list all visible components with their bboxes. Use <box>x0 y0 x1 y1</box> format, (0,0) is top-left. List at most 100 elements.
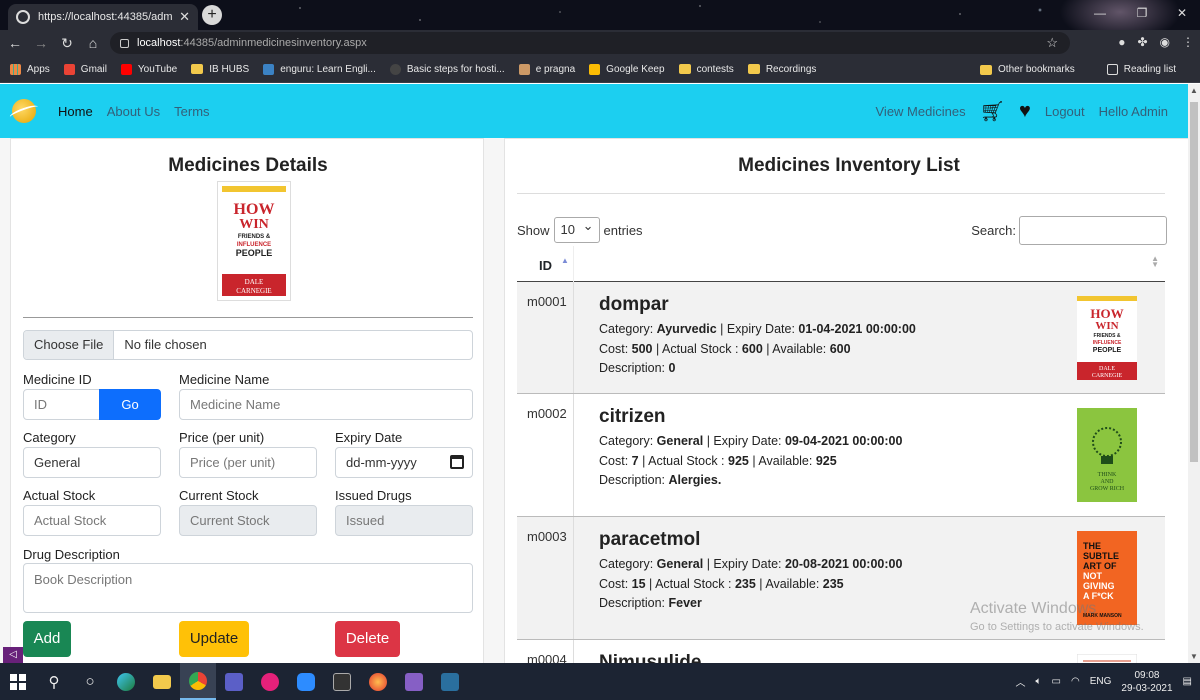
new-tab-button[interactable]: + <box>202 5 222 25</box>
medicine-name-input[interactable]: Medicine Name <box>179 389 473 420</box>
puzzle-icon[interactable]: ✤ <box>1137 35 1147 49</box>
wifi-icon[interactable]: ◠ <box>1071 676 1080 687</box>
bookmark-star-icon[interactable]: ☆ <box>1046 35 1058 51</box>
medicine-id-input[interactable]: ID <box>23 389 101 420</box>
expiry-date-input[interactable]: dd-mm-yyyy <box>335 447 473 478</box>
clock[interactable]: 09:08 29-03-2021 <box>1121 669 1172 695</box>
browser-tab[interactable]: https://localhost:44385/adminm ✕ <box>8 4 198 30</box>
forward-icon[interactable]: → <box>30 35 52 51</box>
nav-home[interactable]: Home <box>58 104 93 119</box>
drug-description-textarea[interactable]: Book Description <box>23 563 473 613</box>
close-tab-icon[interactable]: ✕ <box>179 9 190 25</box>
column-header-id[interactable]: ID <box>539 258 552 273</box>
zoom-icon[interactable] <box>288 663 324 700</box>
available-label: | Available: <box>748 454 816 468</box>
folder-icon <box>191 64 204 74</box>
windows-start-icon[interactable] <box>0 663 36 700</box>
profile-icon[interactable]: ◉ <box>1160 35 1170 49</box>
choose-file-button[interactable]: Choose File <box>24 331 115 359</box>
language-indicator[interactable]: ENG <box>1090 676 1112 687</box>
minimize-icon[interactable]: — <box>1080 0 1120 30</box>
category-input[interactable]: General <box>23 447 161 478</box>
bookmark-gmail[interactable]: Gmail <box>63 63 107 75</box>
delete-button[interactable]: Delete <box>335 621 400 657</box>
svg-text:SUBTLE: SUBTLE <box>1083 551 1119 561</box>
scroll-down-icon[interactable]: ▼ <box>1190 652 1198 661</box>
close-window-icon[interactable]: ✕ <box>1162 0 1200 30</box>
nav-hello-admin[interactable]: Hello Admin <box>1099 104 1168 119</box>
expiry-label: Expiry Date <box>335 430 403 445</box>
description-label: Description: <box>599 361 669 375</box>
terminal-icon[interactable] <box>324 663 360 700</box>
visual-studio-badge-icon[interactable]: ◁ <box>3 647 23 663</box>
calendar-icon[interactable] <box>450 455 464 469</box>
teams-icon[interactable] <box>216 663 252 700</box>
sort-asc-icon[interactable]: ▲ <box>561 256 569 265</box>
bookmark-basic-steps[interactable]: Basic steps for hosti... <box>389 63 505 75</box>
go-button[interactable]: Go <box>99 389 161 420</box>
maximize-icon[interactable]: ❐ <box>1122 0 1162 30</box>
volume-icon[interactable]: 🔈︎ <box>1036 676 1042 687</box>
app-window-icon[interactable] <box>432 663 468 700</box>
home-icon[interactable]: ⌂ <box>82 35 104 51</box>
update-button[interactable]: Update <box>179 621 249 657</box>
cost-label: Cost: <box>599 342 632 356</box>
svg-text:HOW: HOW <box>234 201 275 218</box>
app-icon[interactable] <box>252 663 288 700</box>
bookmark-recordings[interactable]: Recordings <box>747 64 816 75</box>
entries-select[interactable]: 10 <box>553 214 600 243</box>
scroll-up-icon[interactable]: ▲ <box>1190 86 1198 95</box>
nav-logout[interactable]: Logout <box>1045 104 1085 119</box>
menu-icon[interactable]: ⋮ <box>1182 35 1194 49</box>
table-row[interactable]: m0004 Nimusulide <box>517 640 1165 663</box>
bookmark-youtube[interactable]: YouTube <box>120 63 177 75</box>
bookmark-enguru[interactable]: enguru: Learn Engli... <box>263 63 376 75</box>
category-label: Category: <box>599 434 657 448</box>
bookmark-apps[interactable]: Apps <box>10 63 50 75</box>
firefox-icon[interactable] <box>360 663 396 700</box>
nav-view-medicines[interactable]: View Medicines <box>876 104 966 119</box>
issued-drugs-input: Issued <box>335 505 473 536</box>
bookmark-ib-hubs[interactable]: IB HUBS <box>191 64 249 75</box>
url-field[interactable]: localhost :44385/adminmedicinesinventory… <box>110 32 1070 54</box>
bookmark-other[interactable]: Other bookmarks <box>980 64 1075 75</box>
table-row[interactable]: m0002 citrizen Category: General | Expir… <box>517 394 1165 517</box>
chrome-icon[interactable] <box>180 663 216 700</box>
heart-icon[interactable]: ♥ <box>1019 100 1031 123</box>
visual-studio-icon[interactable] <box>396 663 432 700</box>
medicine-name: dompar <box>599 294 669 315</box>
add-button[interactable]: Add <box>23 621 71 657</box>
bookmark-reading-list[interactable]: Reading list <box>1106 64 1176 75</box>
chevron-up-icon[interactable]: ︿ <box>1016 674 1026 689</box>
price-input[interactable]: Price (per unit) <box>179 447 317 478</box>
bookmark-e-pragna[interactable]: e pragna <box>518 63 575 75</box>
bookmark-label: enguru: Learn Engli... <box>280 63 376 75</box>
file-upload[interactable]: Choose File No file chosen <box>23 330 473 360</box>
file-explorer-icon[interactable] <box>144 663 180 700</box>
nav-about-us[interactable]: About Us <box>107 104 160 119</box>
bookmark-label: Gmail <box>80 63 107 75</box>
current-stock-input: Current Stock <box>179 505 317 536</box>
page-scrollbar[interactable]: ▲ ▼ <box>1188 84 1200 663</box>
cortana-icon[interactable]: ○ <box>72 663 108 700</box>
bookmark-contests[interactable]: contests <box>678 64 734 75</box>
reload-icon[interactable]: ↻ <box>56 35 78 52</box>
expiry-value: 20-08-2021 00:00:00 <box>784 557 903 571</box>
sort-both-icon[interactable]: ▲ ▼ <box>1151 255 1159 269</box>
battery-icon[interactable]: ▭ <box>1052 676 1061 687</box>
table-row[interactable]: m0001 dompar Category: Ayurvedic | Expir… <box>517 282 1165 394</box>
scroll-thumb[interactable] <box>1190 102 1198 462</box>
bookmark-google-keep[interactable]: Google Keep <box>589 63 665 75</box>
back-icon[interactable]: ← <box>4 35 26 51</box>
cart-icon[interactable]: 🛒︎ <box>980 99 1005 124</box>
notifications-icon[interactable]: ▤ <box>1183 676 1192 687</box>
site-logo-icon[interactable] <box>12 99 36 123</box>
search-input[interactable] <box>1019 216 1167 245</box>
cost-value: 500 <box>631 342 653 356</box>
actual-stock-label: | Actual Stock : <box>645 577 735 591</box>
edge-icon[interactable] <box>108 663 144 700</box>
extension-icon[interactable]: ● <box>1118 35 1125 49</box>
nav-terms[interactable]: Terms <box>174 104 209 119</box>
search-icon[interactable]: ⚲ <box>36 663 72 700</box>
actual-stock-input[interactable]: Actual Stock <box>23 505 161 536</box>
